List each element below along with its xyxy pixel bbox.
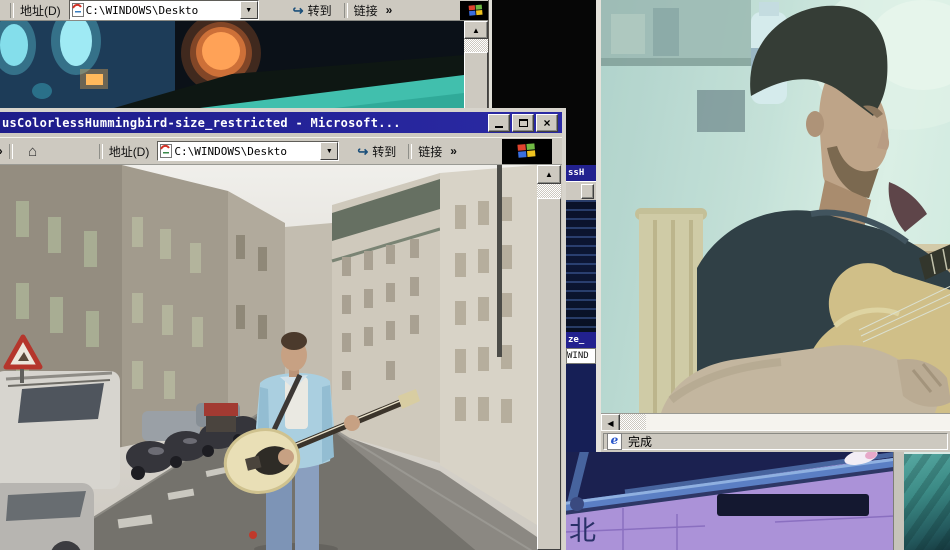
address-combobox[interactable]: C:\WINDOWS\Deskto ▼ bbox=[69, 0, 259, 20]
window-right-border bbox=[488, 0, 492, 112]
toolbar-grip[interactable] bbox=[344, 3, 348, 18]
home-icon: ⌂ bbox=[28, 143, 37, 160]
titlebar[interactable]: usColorlessHummingbird-size_restricted -… bbox=[0, 112, 562, 133]
background-video-blue bbox=[566, 364, 596, 452]
address-toolbar: 地址(D) C:\WINDOWS\Deskto ▼ ↪ 转到 链接 bbox=[0, 0, 492, 21]
left-arrow-icon: ◀ bbox=[607, 419, 613, 428]
scroll-up-button[interactable]: ▲ bbox=[537, 165, 561, 184]
go-label: 转到 bbox=[308, 2, 332, 19]
address-dropdown-button[interactable]: ▼ bbox=[320, 142, 338, 160]
links-chevron[interactable]: » bbox=[450, 144, 457, 158]
background-window-titlebar-upper[interactable]: ssH bbox=[566, 165, 596, 181]
background-window-address-fragment: WIND bbox=[566, 348, 596, 364]
browser-window-sunset: 地址(D) C:\WINDOWS\Deskto ▼ ↪ 转到 链接 bbox=[0, 0, 492, 112]
desktop: ◀ e 完成 bbox=[0, 0, 950, 550]
browser-window-guitarist: ◀ e 完成 bbox=[596, 0, 950, 452]
dropdown-icon: ▼ bbox=[245, 7, 252, 14]
small-orange-light bbox=[80, 69, 108, 89]
video-guitarist bbox=[601, 0, 950, 413]
dropdown-icon: ▼ bbox=[326, 148, 333, 155]
window-title: usColorlessHummingbird-size_restricted -… bbox=[2, 116, 486, 130]
address-dropdown-button[interactable]: ▼ bbox=[240, 1, 258, 19]
go-button[interactable]: ↪ 转到 bbox=[351, 142, 402, 161]
background-window-title-fragment: ze_ bbox=[568, 335, 584, 345]
vscroll-track[interactable] bbox=[537, 184, 561, 198]
background-video-fragment bbox=[566, 200, 596, 332]
browser-window-paris: usColorlessHummingbird-size_restricted -… bbox=[0, 108, 566, 550]
toolbar-grip[interactable] bbox=[99, 144, 103, 159]
window-edge-strip bbox=[893, 452, 904, 550]
vscroll-track[interactable] bbox=[464, 39, 488, 52]
toolbar-grip[interactable] bbox=[9, 144, 13, 159]
teal-tint-overlay bbox=[601, 0, 950, 413]
vscroll-thumb[interactable] bbox=[464, 52, 488, 112]
address-value: C:\WINDOWS\Deskto bbox=[84, 4, 240, 17]
home-button[interactable]: ⌂ bbox=[19, 140, 47, 162]
vertical-scrollbar[interactable]: ▲ bbox=[537, 165, 561, 550]
video-anime-purple-wall: 北 bbox=[565, 452, 895, 550]
windows-logo-throbber bbox=[502, 139, 552, 164]
go-button[interactable]: ↪ 转到 bbox=[287, 1, 338, 20]
go-arrow-icon: ↪ bbox=[293, 4, 304, 17]
status-text: 完成 bbox=[628, 433, 652, 450]
address-fragment-text: WIND bbox=[567, 351, 589, 361]
video-sunset bbox=[0, 21, 464, 112]
browser-content-area: ▲ bbox=[0, 165, 562, 550]
go-label: 转到 bbox=[372, 143, 396, 160]
background-window-toolbar bbox=[566, 181, 596, 200]
background-window-title-fragment: ssH bbox=[568, 168, 584, 178]
toolbar-overflow-chevron[interactable]: » bbox=[0, 144, 3, 158]
maximize-icon bbox=[519, 119, 528, 127]
address-toolbar: » ⌂ 地址(D) C:\WINDOWS\Deskto ▼ bbox=[0, 137, 562, 165]
background-toolbar-button[interactable] bbox=[581, 184, 594, 199]
toolbar-grip[interactable] bbox=[408, 144, 412, 159]
page-icon bbox=[72, 3, 84, 17]
background-video-dark bbox=[566, 0, 596, 165]
address-value: C:\WINDOWS\Deskto bbox=[172, 145, 320, 158]
close-icon: × bbox=[543, 117, 550, 129]
links-chevron[interactable]: » bbox=[386, 3, 393, 17]
status-bar: e 完成 bbox=[601, 430, 950, 452]
wall-opening bbox=[717, 494, 869, 516]
windows-flag-icon bbox=[513, 140, 541, 162]
page-icon bbox=[160, 144, 172, 158]
video-teal-fabric bbox=[904, 452, 950, 550]
close-button[interactable]: × bbox=[536, 114, 558, 132]
links-label: 链接 bbox=[418, 143, 442, 160]
background-window-titlebar-lower[interactable]: ze_ bbox=[566, 332, 596, 348]
minimize-button[interactable] bbox=[488, 114, 510, 132]
maximize-button[interactable] bbox=[512, 114, 534, 132]
minimize-icon bbox=[495, 126, 503, 128]
video-paris-street bbox=[0, 165, 537, 550]
address-combobox[interactable]: C:\WINDOWS\Deskto ▼ bbox=[157, 141, 339, 161]
background-browser-windows-strip: ssH ze_ WIND bbox=[566, 0, 596, 452]
scroll-up-button[interactable]: ▲ bbox=[464, 21, 488, 39]
vertical-scrollbar[interactable]: ▲ bbox=[464, 21, 488, 112]
windows-flag-icon bbox=[465, 2, 487, 19]
address-label: 地址(D) bbox=[20, 2, 61, 19]
vscroll-thumb[interactable] bbox=[537, 198, 561, 550]
lamppost bbox=[497, 165, 502, 357]
up-arrow-icon: ▲ bbox=[545, 170, 553, 179]
ie-icon: e bbox=[607, 433, 622, 450]
links-label: 链接 bbox=[354, 2, 378, 19]
up-arrow-icon: ▲ bbox=[472, 26, 480, 35]
go-arrow-icon: ↪ bbox=[357, 145, 368, 158]
address-label: 地址(D) bbox=[109, 143, 150, 160]
toolbar-grip[interactable] bbox=[10, 3, 14, 18]
status-pane: e 完成 bbox=[603, 433, 948, 450]
wall-graffiti-text: 北 bbox=[569, 516, 596, 546]
